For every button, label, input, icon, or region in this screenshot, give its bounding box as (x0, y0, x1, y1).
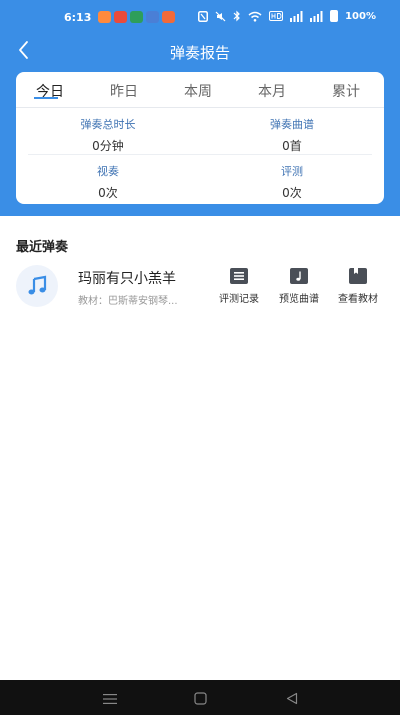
item-title: 玛丽有只小羔羊 (78, 271, 176, 287)
tab-this-month[interactable]: 本月 (242, 81, 302, 101)
list-icon (230, 268, 248, 284)
action-label: 评测记录 (219, 294, 259, 305)
stat-label: 视奏 (97, 165, 119, 178)
status-time: 6:13 (64, 11, 92, 24)
stat-sight-reading: 视奏 0次 (16, 163, 200, 201)
mute-icon (215, 11, 226, 21)
back-nav-button[interactable] (286, 690, 298, 709)
tab-yesterday[interactable]: 昨日 (94, 81, 154, 101)
stat-play-duration: 弹奏总时长 0分钟 (16, 116, 200, 154)
report-card: 今日 昨日 本周 本月 累计 弹奏总时长 0分钟 弹奏曲谱 0首 视奏 0次 评… (16, 72, 384, 204)
signal-icon (310, 10, 323, 22)
stat-label: 评测 (281, 165, 303, 178)
item-textbook: 教材：巴斯蒂安钢琴... (78, 296, 178, 307)
bluetooth-icon (233, 10, 240, 22)
action-label: 查看教材 (338, 294, 378, 305)
stat-value: 0首 (282, 139, 302, 153)
stat-evaluation: 评测 0次 (200, 163, 384, 201)
stat-value: 0次 (98, 186, 118, 200)
back-triangle-icon (286, 692, 298, 705)
page-title: 弹奏报告 (169, 44, 230, 62)
tab-this-week[interactable]: 本周 (168, 81, 228, 101)
view-textbook-button[interactable]: 查看教材 (331, 268, 385, 305)
stat-value: 0分钟 (92, 139, 124, 153)
book-icon (349, 268, 367, 284)
stat-label: 弹奏总时长 (80, 118, 136, 131)
stat-value: 0次 (282, 186, 302, 200)
home-icon (194, 692, 207, 705)
notification-icons (98, 11, 175, 23)
system-nav-bar (0, 680, 400, 715)
status-right: 100% (198, 10, 376, 22)
recent-play-item[interactable]: 玛丽有只小羔羊 教材：巴斯蒂安钢琴... 评测记录 预览曲谱 查看教材 (0, 262, 400, 312)
music-note-icon (290, 268, 308, 284)
period-tabs: 今日 昨日 本周 本月 累计 (16, 72, 384, 108)
app-notification-icon (162, 11, 175, 23)
battery-icon (330, 10, 339, 22)
wifi-icon (248, 11, 262, 22)
menu-icon (103, 694, 117, 704)
status-bar: 6:13 100% (0, 0, 400, 34)
section-title-recent: 最近弹奏 (16, 240, 69, 255)
stat-play-scores: 弹奏曲谱 0首 (200, 116, 384, 154)
home-button[interactable] (194, 690, 207, 709)
divider (28, 154, 372, 155)
nfc-icon (198, 10, 209, 22)
app-notification-icon (114, 11, 127, 23)
menu-button[interactable] (103, 690, 117, 709)
hd-icon (269, 11, 284, 21)
music-note-icon (28, 275, 47, 295)
stat-label: 弹奏曲谱 (270, 118, 314, 131)
app-notification-icon (98, 11, 111, 23)
preview-score-button[interactable]: 预览曲谱 (272, 268, 326, 305)
app-notification-icon (130, 11, 143, 23)
tab-cumulative[interactable]: 累计 (316, 81, 376, 101)
app-notification-icon (146, 11, 159, 23)
signal-icon (290, 10, 303, 22)
music-avatar (16, 265, 58, 307)
active-tab-indicator (34, 97, 58, 99)
battery-percent: 100% (345, 10, 376, 22)
evaluation-records-button[interactable]: 评测记录 (212, 268, 266, 305)
action-label: 预览曲谱 (279, 294, 319, 305)
